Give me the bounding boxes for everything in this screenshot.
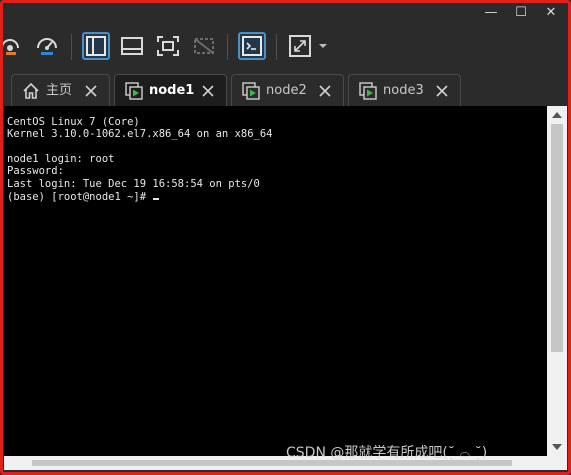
console-view-icon — [242, 36, 262, 56]
chevron-down-icon — [319, 44, 327, 48]
scroll-down-arrow-icon[interactable] — [552, 444, 562, 450]
vertical-scrollbar[interactable] — [547, 106, 567, 456]
close-icon[interactable] — [434, 82, 450, 100]
unity-button[interactable] — [190, 32, 218, 60]
thumbnail-bar-icon — [121, 37, 143, 55]
library-panel-icon — [86, 36, 106, 56]
tab-node3[interactable]: node3 — [348, 74, 461, 106]
snapshot-revert-button[interactable] — [0, 32, 28, 60]
fullscreen-icon — [157, 36, 179, 56]
close-window-button[interactable]: ✕ — [540, 4, 562, 22]
text-cursor — [153, 198, 160, 200]
close-icon[interactable] — [200, 82, 216, 100]
stretch-guest-button[interactable] — [287, 32, 331, 60]
console-view-button[interactable] — [238, 32, 266, 60]
shell-prompt: (base) [root@node1 ~]# — [7, 191, 153, 203]
console-line: Kernel 3.10.0-1062.el7.x86_64 on an x86_… — [7, 128, 273, 140]
vm-console[interactable]: CentOS Linux 7 (Core) Kernel 3.10.0-1062… — [4, 106, 547, 456]
console-line: Last login: Tue Dec 19 16:58:54 on pts/0 — [7, 178, 260, 190]
stretch-guest-icon — [289, 35, 311, 57]
toolbar — [0, 26, 571, 68]
tab-label: node1 — [149, 83, 195, 98]
snapshot-revert-icon — [1, 39, 19, 55]
title-bar: — ☐ ✕ — [0, 0, 571, 26]
close-icon[interactable] — [317, 82, 333, 100]
tab-home[interactable]: 主页 — [11, 74, 110, 106]
vm-running-icon — [359, 82, 377, 100]
tab-node2[interactable]: node2 — [231, 74, 344, 106]
console-line: Password: — [7, 165, 64, 177]
maximize-button[interactable]: ☐ — [510, 4, 532, 22]
vm-running-icon — [125, 82, 143, 100]
console-prompt-line: (base) [root@node1 ~]# — [7, 191, 160, 203]
watermark: CSDN @那就学有所成吧(˘̩̩̩̩̩̩ ⌓ ˘̩̩̩̩̩̩) — [286, 445, 488, 461]
vm-running-icon — [242, 82, 260, 100]
tab-label: node2 — [266, 83, 307, 98]
unity-disabled-icon — [194, 38, 214, 54]
snapshot-manager-icon — [37, 38, 57, 55]
tab-node1[interactable]: node1 — [114, 74, 227, 106]
home-icon — [23, 82, 39, 99]
console-line: CentOS Linux 7 (Core) — [7, 116, 140, 128]
thumbnail-bar-button[interactable] — [118, 32, 146, 60]
toolbar-separator — [276, 34, 277, 60]
tab-label: 主页 — [46, 83, 73, 98]
toolbar-separator — [227, 34, 228, 60]
scrollbar-thumb[interactable] — [551, 124, 563, 352]
minimize-button[interactable]: — — [480, 4, 502, 22]
toolbar-separator — [71, 34, 72, 60]
close-icon[interactable] — [83, 82, 99, 100]
tab-label: node3 — [383, 83, 424, 98]
snapshot-manager-button[interactable] — [34, 32, 62, 60]
fullscreen-button[interactable] — [154, 32, 182, 60]
scroll-up-arrow-icon[interactable] — [552, 112, 562, 118]
tab-strip: 主页 node1 node2 node3 — [0, 68, 571, 106]
console-line: node1 login: root — [7, 153, 115, 165]
library-panel-button[interactable] — [82, 32, 110, 60]
